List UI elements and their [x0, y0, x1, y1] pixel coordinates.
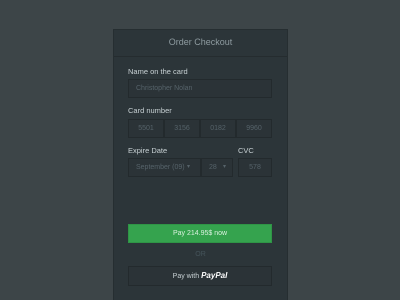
card-number-group-3-input[interactable]: 0182: [200, 119, 236, 138]
expire-month-value: September (09): [136, 164, 185, 171]
checkout-card: Order Checkout Name on the card Christop…: [113, 29, 288, 300]
chevron-down-icon: ▾: [223, 164, 227, 170]
cvc-input[interactable]: 578: [238, 158, 272, 177]
pay-with-paypal-button[interactable]: Pay with PayPal: [128, 266, 272, 286]
expire-month-select[interactable]: September (09) ▾: [128, 158, 201, 177]
card-number-group-4-input[interactable]: 9960: [236, 119, 272, 138]
expire-day-select[interactable]: 28 ▾: [201, 158, 233, 177]
paypal-logo-icon: PayPal: [201, 271, 228, 280]
name-on-card-input[interactable]: Christopher Nolan: [128, 79, 272, 98]
card-number-group-1-input[interactable]: 5501: [128, 119, 164, 138]
name-label: Name on the card: [128, 67, 188, 76]
chevron-down-icon: ▾: [187, 164, 191, 170]
checkout-title: Order Checkout: [114, 30, 287, 57]
pay-now-button[interactable]: Pay 214.95$ now: [128, 224, 272, 243]
expire-date-label: Expire Date: [128, 146, 168, 155]
card-number-label: Card number: [128, 106, 172, 115]
expire-day-value: 28: [209, 164, 217, 171]
card-number-group-2-input[interactable]: 3156: [164, 119, 200, 138]
name-on-card-value: Christopher Nolan: [136, 85, 193, 92]
paypal-prefix-text: Pay with: [172, 273, 200, 280]
or-divider: OR: [195, 251, 206, 258]
cvc-label: CVC: [238, 146, 254, 155]
